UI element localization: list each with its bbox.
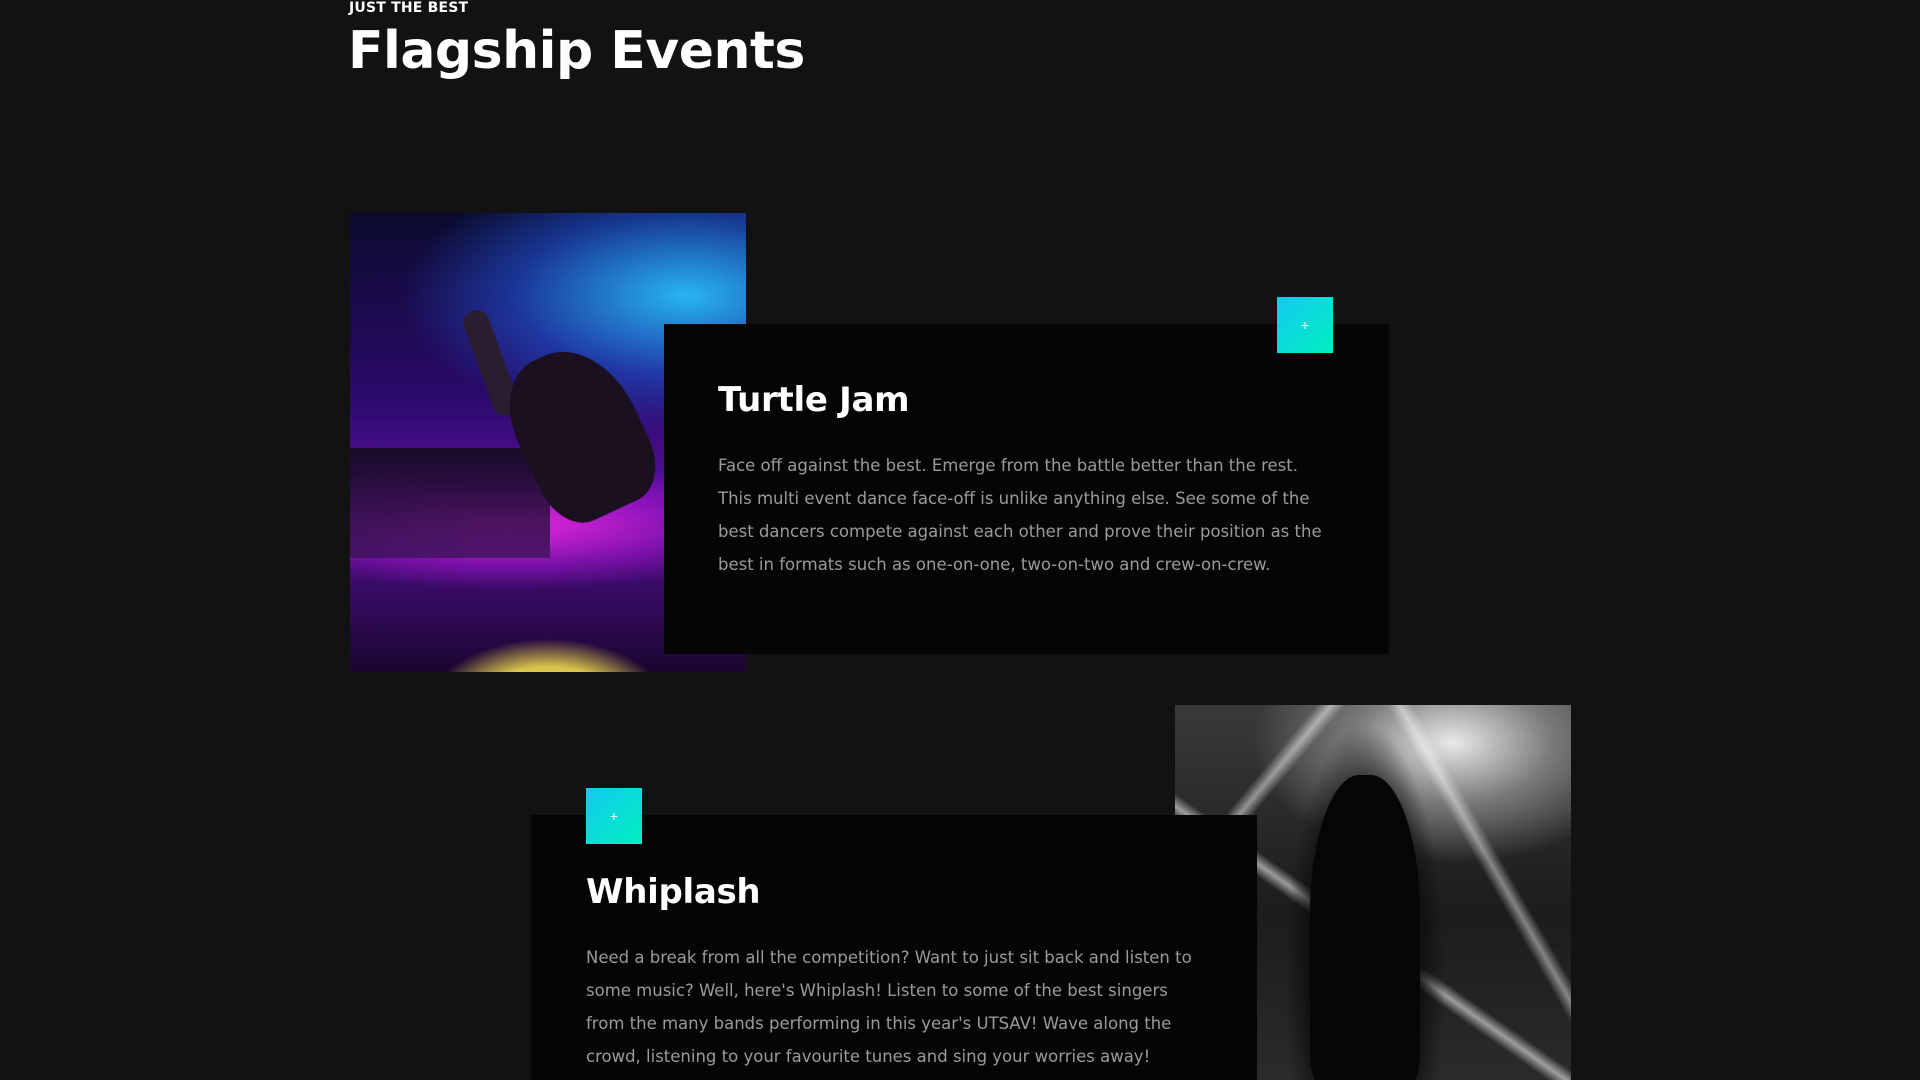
turtle-jam-expand-button[interactable]: + [1277, 297, 1333, 353]
whiplash-title: Whiplash [586, 872, 761, 912]
section-title: Flagship Events [348, 21, 805, 81]
turtle-jam-description: Face off against the best. Emerge from t… [718, 456, 1322, 574]
flagship-events-section: JUST THE BEST Flagship Events + Turtle J… [0, 0, 1920, 1080]
plus-icon: + [609, 808, 619, 824]
whiplash-expand-button[interactable]: + [586, 788, 642, 844]
section-eyebrow: JUST THE BEST [349, 0, 469, 16]
plus-icon: + [1300, 317, 1310, 333]
turtle-jam-title: Turtle Jam [718, 380, 910, 420]
guitarist-shape [1310, 775, 1420, 1080]
crowd-shape [350, 448, 550, 558]
whiplash-description: Need a break from all the competition? W… [586, 948, 1192, 1066]
